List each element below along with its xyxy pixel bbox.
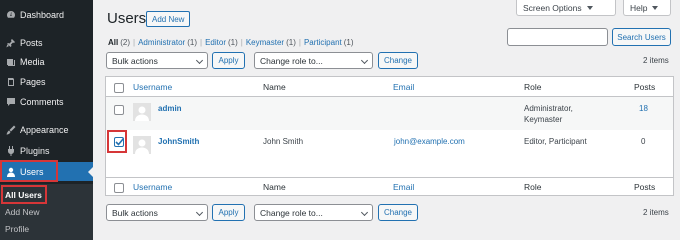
filter-administrator[interactable]: Administrator (138, 38, 185, 47)
users-table: Username Name Email Role Posts admin Adm… (105, 76, 674, 196)
column-username[interactable]: Username (133, 82, 172, 92)
column-role: Role (524, 82, 542, 92)
change-button[interactable]: Change (378, 52, 418, 69)
screen-options-label: Screen Options (523, 2, 582, 13)
filter-editor-count: (1) (227, 38, 238, 47)
checkbox-highlight (107, 130, 127, 153)
menu-dashboard-label: Dashboard (20, 9, 65, 20)
search-users-button[interactable]: Search Users (612, 28, 671, 46)
footer-divider (106, 177, 673, 178)
select-all-checkbox[interactable] (114, 83, 124, 93)
submenu-profile[interactable]: Profile (5, 224, 29, 234)
chevron-down-icon (195, 208, 204, 217)
page-title: Users (107, 10, 147, 27)
avatar (133, 103, 151, 121)
menu-posts-label: Posts (20, 37, 43, 48)
menu-appearance-label: Appearance (20, 124, 69, 135)
filter-administrator-count: (1) (187, 38, 197, 47)
menu-dashboard[interactable]: Dashboard (0, 5, 93, 24)
items-count-bottom: 2 items (643, 208, 669, 217)
column-email[interactable]: Email (393, 82, 414, 92)
role-cell: Administrator, (524, 104, 573, 113)
filter-keymaster[interactable]: Keymaster (246, 38, 284, 47)
filter-participant-count: (1) (343, 38, 354, 47)
media-icon (2, 52, 20, 71)
column-name-footer: Name (263, 182, 286, 192)
role-cell-line2: Keymaster (524, 115, 563, 124)
help-button[interactable]: Help (623, 0, 671, 16)
column-posts-footer: Posts (634, 182, 656, 192)
menu-media-label: Media (20, 56, 45, 67)
email-link[interactable]: john@example.com (394, 136, 465, 147)
filter-keymaster-count: (1) (286, 38, 296, 47)
menu-appearance[interactable]: Appearance (0, 120, 93, 139)
chevron-down-icon (360, 208, 369, 217)
apply-button-bottom[interactable]: Apply (212, 204, 245, 221)
screen-options-button[interactable]: Screen Options (516, 0, 616, 16)
paintbrush-icon (2, 120, 20, 139)
row-checkbox[interactable] (114, 105, 124, 115)
dashboard-icon (2, 5, 20, 24)
bulk-actions-select-bottom[interactable]: Bulk actions (106, 204, 208, 221)
column-name: Name (263, 82, 286, 92)
bulk-actions-label: Bulk actions (112, 55, 158, 66)
caret-down-icon (652, 5, 659, 10)
menu-plugins-label: Plugins (20, 145, 50, 156)
caret-down-icon (586, 5, 593, 10)
all-users-highlight (1, 185, 47, 204)
chevron-down-icon (195, 56, 204, 65)
filter-separator: | (133, 38, 136, 47)
items-count: 2 items (643, 56, 669, 65)
username-link[interactable]: JohnSmith (158, 136, 199, 147)
menu-comments[interactable]: Comments (0, 92, 93, 111)
column-email-footer[interactable]: Email (393, 182, 414, 192)
change-role-label: Change role to... (260, 207, 323, 218)
change-role-label: Change role to... (260, 55, 323, 66)
filter-participant[interactable]: Participant (304, 38, 342, 47)
column-posts: Posts (634, 82, 656, 92)
menu-pages-label: Pages (20, 76, 46, 87)
filter-separator: | (200, 38, 203, 47)
avatar (133, 136, 151, 154)
chevron-down-icon (360, 56, 369, 65)
table-row: JohnSmith John Smith john@example.com Ed… (106, 130, 673, 177)
admin-sidebar: Dashboard Posts Media Pages Comments App… (0, 0, 93, 240)
menu-posts[interactable]: Posts (0, 33, 93, 52)
filter-all-count: (2) (120, 38, 131, 47)
filter-separator: | (240, 38, 243, 47)
bulk-actions-label: Bulk actions (112, 207, 158, 218)
column-username-footer[interactable]: Username (133, 182, 172, 192)
name-cell: John Smith (263, 137, 304, 146)
change-button-bottom[interactable]: Change (378, 204, 418, 221)
bulk-actions-select[interactable]: Bulk actions (106, 52, 208, 69)
submenu-add-new[interactable]: Add New (5, 207, 40, 217)
menu-pages[interactable]: Pages (0, 72, 93, 91)
change-role-select[interactable]: Change role to... (254, 52, 373, 69)
posts-count: 0 (641, 137, 646, 146)
role-cell: Editor, Participant (524, 137, 587, 146)
filter-separator: | (298, 38, 301, 47)
users-menu-highlight (0, 160, 58, 182)
pin-icon (2, 33, 20, 52)
column-role-footer: Role (524, 182, 542, 192)
apply-button[interactable]: Apply (212, 52, 245, 69)
plugins-icon (2, 141, 20, 160)
comments-icon (2, 92, 20, 111)
menu-plugins[interactable]: Plugins (0, 141, 93, 160)
search-users-input[interactable] (507, 28, 608, 46)
username-link[interactable]: admin (158, 103, 182, 114)
help-label: Help (630, 2, 648, 13)
menu-media[interactable]: Media (0, 52, 93, 71)
main-content: Users Add New Screen Options Help All (2… (93, 0, 680, 240)
pages-icon (2, 72, 20, 91)
add-new-button[interactable]: Add New (146, 11, 191, 27)
role-filter-links: All (2) | Administrator (1) | Editor (1)… (108, 38, 354, 47)
posts-count-link[interactable]: 18 (639, 103, 648, 114)
filter-all[interactable]: All (108, 38, 118, 47)
table-row: admin Administrator, Keymaster 18 (106, 97, 673, 130)
change-role-select-bottom[interactable]: Change role to... (254, 204, 373, 221)
menu-comments-label: Comments (20, 96, 64, 107)
select-all-checkbox-footer[interactable] (114, 183, 124, 193)
filter-editor[interactable]: Editor (205, 38, 226, 47)
